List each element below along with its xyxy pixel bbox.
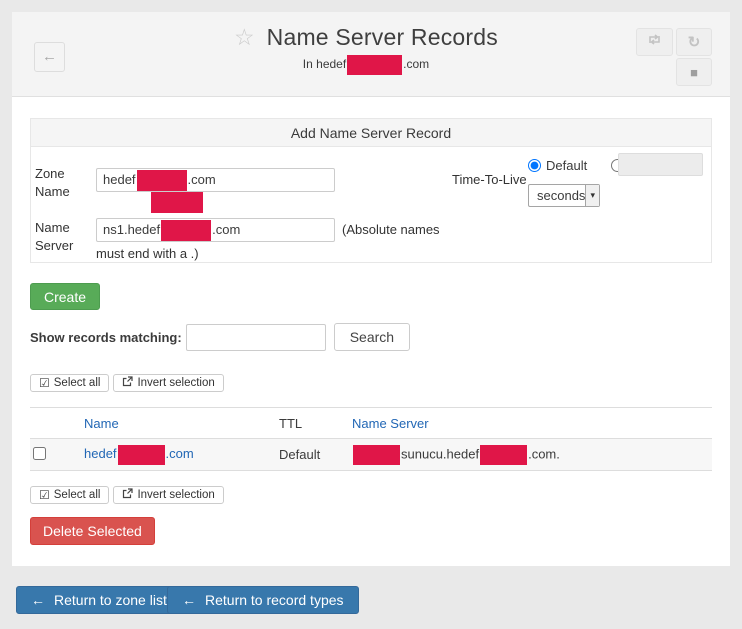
repeat-icon — [646, 33, 663, 51]
selection-toolbar-bottom: ☑ Select all Invert selection — [30, 486, 228, 504]
zone-name-label: Zone Name — [35, 165, 93, 201]
selection-toolbar-top: ☑ Select all Invert selection — [30, 374, 228, 392]
ttl-unit-select[interactable]: seconds ▾ — [528, 184, 600, 207]
delete-selected-button[interactable]: Delete Selected — [30, 517, 155, 545]
ttl-default-radio[interactable] — [528, 159, 541, 172]
back-button[interactable]: ← — [34, 42, 65, 72]
record-ns-mid: sunucu.hedef — [401, 446, 479, 461]
chevron-down-icon: ▾ — [585, 185, 599, 206]
select-all-button[interactable]: ☑ Select all — [30, 374, 109, 392]
ttl-custom-value-input[interactable] — [618, 153, 703, 176]
checkbox-check-icon: ☑ — [39, 376, 50, 390]
checkbox-column-header — [30, 408, 84, 439]
left-arrow-icon: ← — [31, 592, 45, 608]
refresh-icon: ↻ — [688, 33, 701, 51]
redaction-box — [347, 55, 402, 75]
form-body: Zone Name hedef .com Time-To-Live Default… — [30, 147, 712, 263]
return-to-record-types-button[interactable]: ← Return to record types — [167, 586, 359, 614]
return-to-record-types-label: Return to record types — [205, 592, 344, 608]
table-row: hedef .com Default sunucu.hedef .com. — [30, 439, 712, 471]
stop-icon: ■ — [690, 65, 698, 80]
checkbox-check-icon: ☑ — [39, 488, 50, 502]
select-all-button[interactable]: ☑ Select all — [30, 486, 109, 504]
zone-name-value-suffix: .com — [188, 172, 216, 187]
redaction-box — [118, 445, 165, 465]
search-label: Show records matching: — [30, 330, 182, 345]
redaction-box — [480, 445, 527, 465]
page-header: ← ☆ Name Server Records In hedef .com ↻ ■ — [12, 12, 730, 97]
invert-selection-label: Invert selection — [137, 489, 214, 501]
record-name-prefix: hedef — [84, 446, 117, 461]
row-select-checkbox[interactable] — [33, 447, 46, 460]
absolute-name-note-line2: must end with a .) — [96, 246, 199, 261]
record-name-link[interactable]: hedef .com — [84, 446, 194, 461]
ttl-column-header: TTL — [279, 408, 352, 439]
form-title: Add Name Server Record — [30, 118, 712, 147]
favorite-star-icon[interactable]: ☆ — [234, 24, 255, 50]
ttl-label: Time-To-Live — [452, 171, 528, 189]
ttl-radio-group: Default — [528, 158, 624, 173]
back-arrow-icon: ← — [42, 48, 57, 65]
create-button[interactable]: Create — [30, 283, 100, 310]
stop-button[interactable]: ■ — [676, 58, 712, 86]
record-ns-suffix: .com. — [528, 446, 560, 461]
select-all-label: Select all — [54, 489, 101, 501]
return-to-zone-list-label: Return to zone list — [54, 592, 167, 608]
main-content: Add Name Server Record Zone Name hedef .c… — [12, 97, 730, 566]
name-server-input[interactable]: ns1.hedef .com — [96, 218, 335, 242]
record-name-cell: hedef .com — [84, 439, 279, 471]
absolute-name-note-line1: (Absolute names — [342, 222, 440, 237]
redaction-box — [353, 445, 400, 465]
invert-selection-icon — [122, 376, 137, 390]
header-title-area: ☆ Name Server Records In hedef .com — [112, 24, 620, 75]
page-subtitle: In hedef .com — [112, 55, 620, 75]
add-record-form: Add Name Server Record Zone Name hedef .c… — [30, 118, 712, 263]
redaction-box — [151, 192, 203, 213]
refresh-modules-button[interactable] — [636, 28, 673, 56]
invert-selection-button[interactable]: Invert selection — [113, 486, 223, 504]
ttl-unit-selected-value: seconds — [529, 185, 585, 206]
name-server-value-prefix: ns1.hedef — [103, 222, 160, 237]
record-name-suffix: .com — [166, 446, 194, 461]
record-ttl-cell: Default — [279, 439, 352, 471]
select-all-label: Select all — [54, 377, 101, 389]
table-header-row: Name TTL Name Server — [30, 408, 712, 439]
records-table: Name TTL Name Server hedef .com Default s… — [30, 407, 712, 471]
title-line: ☆ Name Server Records — [112, 24, 620, 51]
zone-name-value-prefix: hedef — [103, 172, 136, 187]
zone-name-input[interactable]: hedef .com — [96, 168, 335, 192]
name-server-label: Name Server — [35, 219, 93, 255]
sort-by-name-header[interactable]: Name — [84, 416, 119, 431]
search-row: Show records matching: Search — [30, 323, 410, 351]
redaction-box — [161, 220, 211, 241]
invert-selection-label: Invert selection — [137, 377, 214, 389]
page: { "header": { "title": "Name Server Reco… — [0, 0, 742, 629]
sort-by-name-server-header[interactable]: Name Server — [352, 416, 429, 431]
page-title: Name Server Records — [267, 24, 498, 50]
redaction-box — [137, 170, 187, 191]
record-name-server-cell: sunucu.hedef .com. — [352, 439, 712, 471]
subtitle-prefix: In hedef — [303, 57, 346, 71]
invert-selection-icon — [122, 488, 137, 502]
reload-page-button[interactable]: ↻ — [676, 28, 712, 56]
subtitle-suffix: .com — [403, 57, 429, 71]
search-button[interactable]: Search — [334, 323, 410, 351]
return-to-zone-list-button[interactable]: ← Return to zone list — [16, 586, 182, 614]
ttl-default-radio-label: Default — [546, 158, 587, 173]
left-arrow-icon: ← — [182, 592, 196, 608]
name-server-value-suffix: .com — [212, 222, 240, 237]
search-input[interactable] — [186, 324, 326, 351]
invert-selection-button[interactable]: Invert selection — [113, 374, 223, 392]
